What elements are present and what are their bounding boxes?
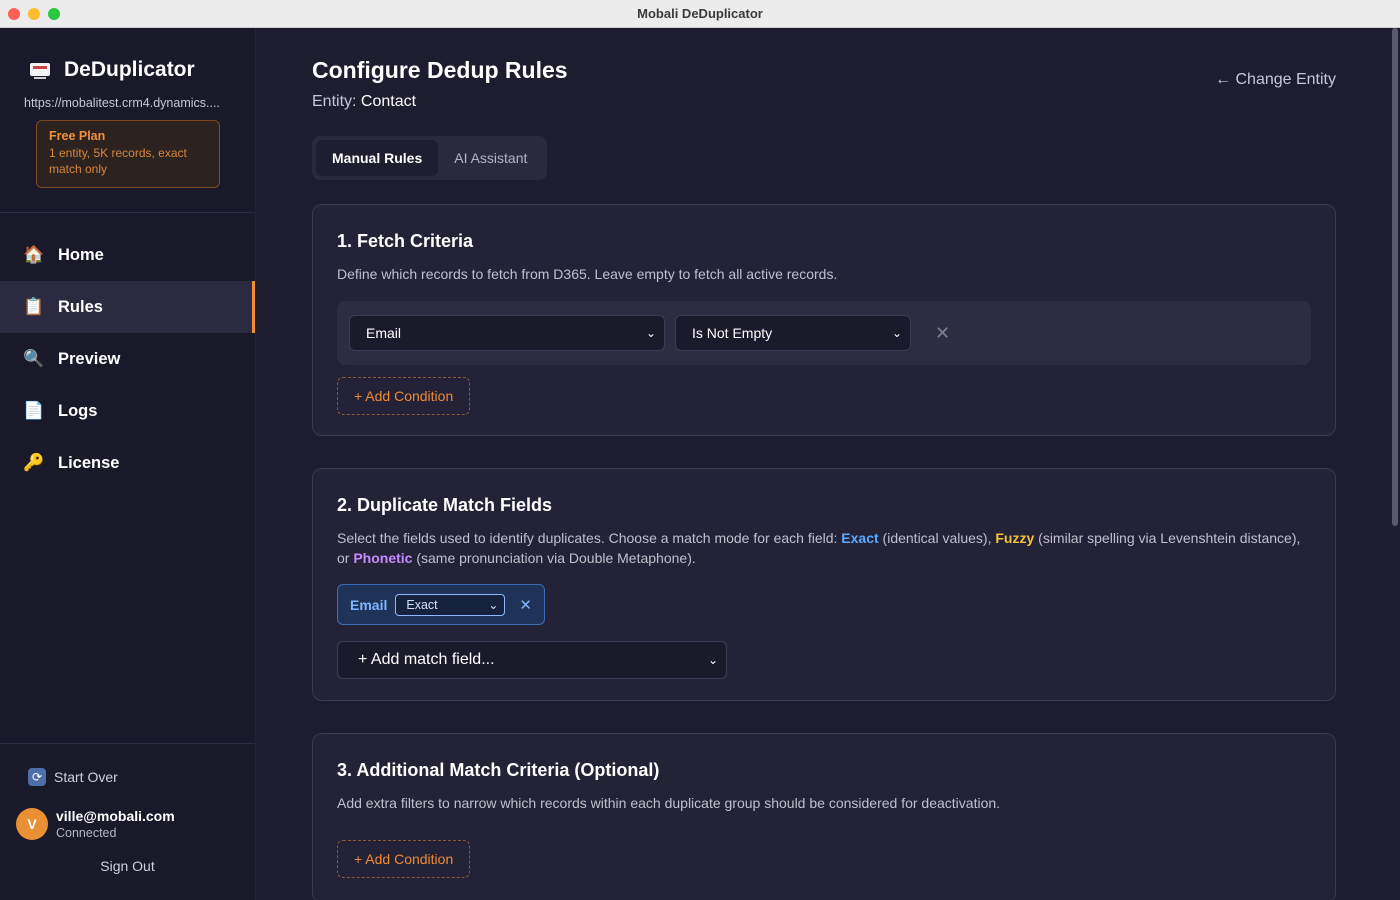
rule-mode-tabs: Manual Rules AI Assistant [312, 136, 548, 180]
sidebar-item-label: License [58, 453, 120, 472]
additional-criteria-card: 3. Additional Match Criteria (Optional) … [312, 733, 1336, 900]
sidebar-item-label: Home [58, 245, 104, 264]
plan-description: 1 entity, 5K records, exact match only [49, 146, 187, 176]
scrollbar[interactable] [1392, 28, 1398, 526]
selected-value: Is Not Empty [692, 325, 773, 341]
refresh-icon: ⟳ [28, 768, 46, 786]
sidebar-item-label: Preview [58, 349, 121, 368]
match-fields-card: 2. Duplicate Match Fields Select the fie… [312, 468, 1336, 701]
plan-title: Free Plan [49, 129, 106, 143]
org-url: https://mobalitest.crm4.dynamics.... [24, 96, 220, 110]
start-over-label: Start Over [54, 769, 118, 785]
sidebar-item-license[interactable]: 🔑 License [0, 437, 255, 489]
chevron-down-icon: ⌄ [707, 653, 718, 667]
add-match-field-placeholder: + Add match field... [358, 651, 495, 668]
avatar: V [16, 808, 48, 840]
divider [0, 212, 255, 213]
window-titlebar: Mobali DeDuplicator [0, 0, 1400, 28]
user-email: ville@mobali.com [56, 808, 175, 824]
start-over-button[interactable]: ⟳ Start Over [0, 744, 255, 786]
window-title: Mobali DeDuplicator [637, 6, 763, 21]
magnifier-icon: 🔍 [23, 349, 45, 368]
document-icon: 📄 [23, 401, 45, 420]
sidebar-item-label: Rules [58, 297, 103, 316]
section-description: Add extra filters to narrow which record… [337, 795, 1001, 811]
window-controls [8, 8, 60, 20]
fuzzy-keyword: Fuzzy [995, 530, 1035, 546]
add-condition-button[interactable]: + Add Condition [337, 840, 471, 878]
remove-condition-icon[interactable]: ✕ [935, 323, 950, 344]
sidebar-nav: 🏠 Home 📋 Rules 🔍 Preview 📄 Logs 🔑 Licens… [0, 229, 255, 489]
sidebar-item-rules[interactable]: 📋 Rules [0, 281, 255, 333]
minimize-window-button[interactable] [28, 8, 40, 20]
sidebar-item-logs[interactable]: 📄 Logs [0, 385, 255, 437]
key-icon: 🔑 [23, 453, 45, 472]
brand: DeDuplicator [0, 28, 255, 82]
sign-out-button[interactable]: Sign Out [0, 858, 255, 874]
section-title: 1. Fetch Criteria [337, 231, 474, 251]
section-title: 2. Duplicate Match Fields [337, 495, 553, 515]
tab-manual-rules[interactable]: Manual Rules [316, 140, 439, 176]
close-window-button[interactable] [8, 8, 20, 20]
selected-value: Exact [406, 597, 438, 612]
user-info: V ville@mobali.com Connected [0, 786, 255, 840]
remove-match-field-icon[interactable]: ✕ [519, 596, 532, 614]
maximize-window-button[interactable] [48, 8, 60, 20]
match-field-name: Email [350, 596, 388, 613]
sidebar-item-label: Logs [58, 401, 98, 420]
entity-value: Contact [360, 93, 417, 110]
fetch-criteria-card: 1. Fetch Criteria Define which records t… [312, 204, 1336, 436]
add-condition-button[interactable]: + Add Condition [337, 377, 471, 415]
sidebar-item-preview[interactable]: 🔍 Preview [0, 333, 255, 385]
tab-ai-assistant[interactable]: AI Assistant [438, 140, 543, 176]
condition-operator-select[interactable]: Is Not Empty ⌄ [675, 315, 911, 351]
condition-field-select[interactable]: Email ⌄ [349, 315, 665, 351]
sidebar-footer: ⟳ Start Over V ville@mobali.com Connecte… [0, 743, 255, 900]
match-field-chip: Email Exact ⌄ ✕ [337, 584, 545, 625]
connection-status: Connected [56, 826, 117, 840]
app-logo-icon [28, 59, 52, 81]
change-entity-link[interactable]: ← Change Entity [1215, 71, 1336, 89]
exact-keyword: Exact [841, 530, 879, 546]
sidebar-item-home[interactable]: 🏠 Home [0, 229, 255, 281]
add-match-field-select[interactable]: + Add match field... ⌄ [337, 641, 727, 679]
match-mode-select[interactable]: Exact ⌄ [395, 593, 506, 616]
clipboard-icon: 📋 [23, 297, 45, 316]
section-description: Select the fields used to identify dupli… [337, 530, 1301, 566]
sidebar: DeDuplicator https://mobalitest.crm4.dyn… [0, 28, 256, 900]
main-content: Configure Dedup Rules Entity: Contact ← … [256, 28, 1400, 900]
chevron-down-icon: ⌄ [645, 326, 656, 340]
plan-badge: Free Plan 1 entity, 5K records, exact ma… [36, 120, 220, 188]
chevron-down-icon: ⌄ [488, 597, 499, 612]
brand-name: DeDuplicator [64, 58, 195, 81]
entity-line: Entity: Contact [312, 93, 1400, 111]
chevron-down-icon: ⌄ [891, 326, 902, 340]
house-icon: 🏠 [23, 245, 45, 264]
condition-row: Email ⌄ Is Not Empty ⌄ ✕ [337, 301, 1311, 365]
section-title: 3. Additional Match Criteria (Optional) [337, 760, 660, 780]
section-description: Define which records to fetch from D365.… [337, 266, 838, 282]
entity-label: Entity: [312, 93, 357, 110]
phonetic-keyword: Phonetic [353, 550, 413, 566]
selected-value: Email [366, 325, 402, 341]
